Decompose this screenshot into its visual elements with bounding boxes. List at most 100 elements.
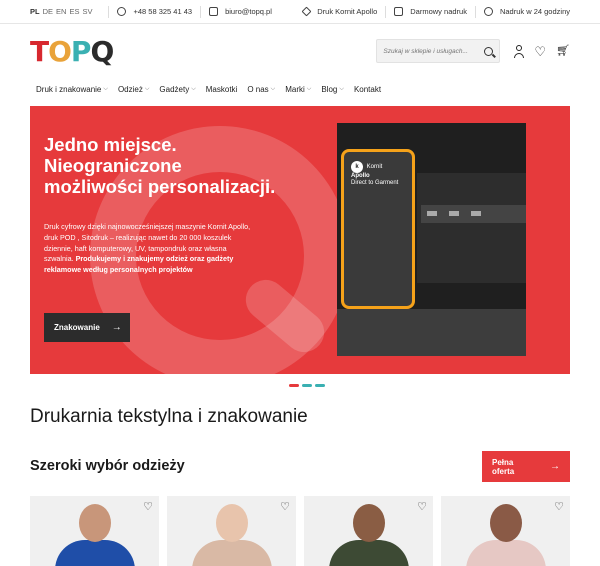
logo-letter: O — [48, 34, 72, 68]
lang-sv[interactable]: SV — [82, 7, 92, 16]
hero-cta-button[interactable]: Znakowanie → — [44, 313, 130, 342]
language-switcher: PL DE EN ES SV — [30, 7, 92, 16]
cart-icon[interactable]: 🛒︎ — [556, 45, 570, 57]
topbar-link-label: Darmowy nadruk — [410, 7, 467, 16]
search-icon[interactable] — [484, 46, 494, 56]
header: T O P Q ♡ 🛒︎ — [0, 24, 600, 78]
divider — [108, 5, 110, 18]
logo-letter: T — [30, 34, 49, 68]
email-link[interactable]: biuro@topq.pl — [209, 7, 272, 16]
hero-cta-label: Znakowanie — [54, 323, 100, 332]
nav-label: Odzież — [117, 84, 143, 94]
heart-icon[interactable]: ♡ — [534, 45, 546, 58]
machine-model: Apollo — [351, 173, 370, 179]
nav-label: Gadżety — [159, 84, 190, 94]
chevron-down-icon: ⌵ — [103, 85, 108, 92]
nav-label: O nas — [247, 84, 269, 94]
product-image-shirt — [465, 540, 546, 566]
machine-subtitle: Direct to Garment — [351, 180, 399, 186]
machine-panel — [421, 205, 526, 223]
top-bar: PL DE EN ES SV +48 58 325 41 43 biuro@to… — [0, 0, 600, 24]
phone-number: +48 58 325 41 43 — [133, 7, 193, 16]
product-image-shirt — [328, 540, 409, 566]
nav-item-maskotki[interactable]: Maskotki — [206, 85, 238, 94]
nav-label: Marki — [285, 84, 305, 94]
logo-letter: P — [70, 34, 92, 68]
full-offer-button[interactable]: Pełna oferta → — [482, 451, 570, 482]
hero-title: Jedno miejsce. Nieograniczone możliwości… — [44, 134, 276, 197]
nav-item-o-nas[interactable]: O nas ⌵ — [247, 85, 275, 94]
machine-base — [337, 309, 526, 356]
machine-brand: Kornit — [366, 164, 383, 170]
hero-text: Druk cyfrowy dzięki najnowocześniejszej … — [44, 222, 252, 276]
phone-link[interactable]: +48 58 325 41 43 — [117, 7, 192, 16]
heart-icon[interactable]: ♡ — [417, 500, 427, 513]
logo[interactable]: T O P Q — [30, 34, 114, 68]
clock-icon — [483, 7, 493, 16]
shirt-icon — [394, 7, 404, 16]
lang-en[interactable]: EN — [56, 7, 66, 16]
nav-item-druk[interactable]: Druk i znakowanie ⌵ — [36, 85, 108, 94]
logo-letter: Q — [90, 34, 114, 68]
machine-label: k Kornit Apollo Direct to Garment — [351, 161, 398, 187]
topbar-link-label: Druk Kornit Apollo — [317, 7, 378, 16]
diamond-icon — [301, 6, 312, 17]
email-address: biuro@topq.pl — [225, 7, 272, 16]
heart-icon[interactable]: ♡ — [554, 500, 564, 513]
nav-label: Kontakt — [353, 84, 382, 94]
carousel-dots — [289, 384, 325, 387]
search-box — [376, 39, 501, 63]
lang-es[interactable]: ES — [69, 7, 79, 16]
chevron-down-icon: ⌵ — [339, 85, 344, 92]
heart-icon[interactable]: ♡ — [280, 500, 290, 513]
topbar-link-label: Nadruk w 24 godziny — [499, 7, 570, 16]
arrow-right-icon: → — [111, 322, 122, 333]
product-image-model — [215, 504, 248, 542]
product-image-model — [489, 504, 522, 542]
heart-icon[interactable]: ♡ — [143, 500, 153, 513]
nav-label: Maskotki — [205, 84, 238, 94]
divider — [474, 5, 476, 18]
product-card[interactable]: ♡ — [167, 496, 296, 566]
products-title: Szeroki wybór odzieży — [30, 458, 185, 474]
chevron-down-icon: ⌵ — [306, 85, 312, 92]
user-icon[interactable] — [514, 44, 525, 58]
section-title: Drukarnia tekstylna i znakowanie — [30, 406, 308, 427]
nav-item-kontakt[interactable]: Kontakt — [354, 85, 381, 94]
product-image-model — [78, 504, 111, 542]
divider — [200, 5, 202, 18]
topbar-link-24h[interactable]: Nadruk w 24 godziny — [483, 7, 570, 16]
product-image-model — [352, 504, 385, 542]
divider — [385, 5, 387, 18]
arrow-right-icon: → — [550, 461, 560, 472]
carousel-dot-active[interactable] — [289, 384, 299, 387]
full-offer-label: Pełna oferta — [492, 457, 515, 476]
product-image-shirt — [191, 540, 272, 566]
lang-de[interactable]: DE — [43, 7, 53, 16]
product-grid: ♡ ♡ ♡ ♡ — [30, 496, 570, 566]
hero-banner: Jedno miejsce. Nieograniczone możliwości… — [30, 106, 570, 374]
nav-item-odziez[interactable]: Odzież ⌵ — [118, 85, 149, 94]
phone-icon — [117, 7, 127, 16]
carousel-dot[interactable] — [315, 384, 325, 387]
lang-pl[interactable]: PL — [30, 7, 40, 16]
chevron-down-icon: ⌵ — [191, 85, 196, 92]
mail-icon — [209, 7, 219, 16]
machine-image: k Kornit Apollo Direct to Garment — [337, 123, 526, 356]
nav-label: Blog — [321, 84, 338, 94]
chevron-down-icon: ⌵ — [270, 85, 276, 92]
product-card[interactable]: ♡ — [304, 496, 433, 566]
product-card[interactable]: ♡ — [30, 496, 159, 566]
kornit-logo-icon: k — [351, 161, 363, 173]
main-nav: Druk i znakowanie ⌵ Odzież ⌵ Gadżety ⌵ Mask… — [0, 78, 600, 100]
carousel-dot[interactable] — [302, 384, 312, 387]
search-input[interactable] — [383, 47, 485, 55]
topbar-link-kornit[interactable]: Druk Kornit Apollo — [301, 6, 378, 17]
nav-item-blog[interactable]: Blog ⌵ — [321, 85, 344, 94]
topbar-link-free-print[interactable]: Darmowy nadruk — [394, 7, 467, 16]
nav-label: Druk i znakowanie — [36, 84, 102, 94]
product-card[interactable]: ♡ — [441, 496, 570, 566]
nav-item-gadzety[interactable]: Gadżety ⌵ — [159, 85, 195, 94]
nav-item-marki[interactable]: Marki ⌵ — [285, 85, 311, 94]
machine-body — [417, 173, 526, 283]
